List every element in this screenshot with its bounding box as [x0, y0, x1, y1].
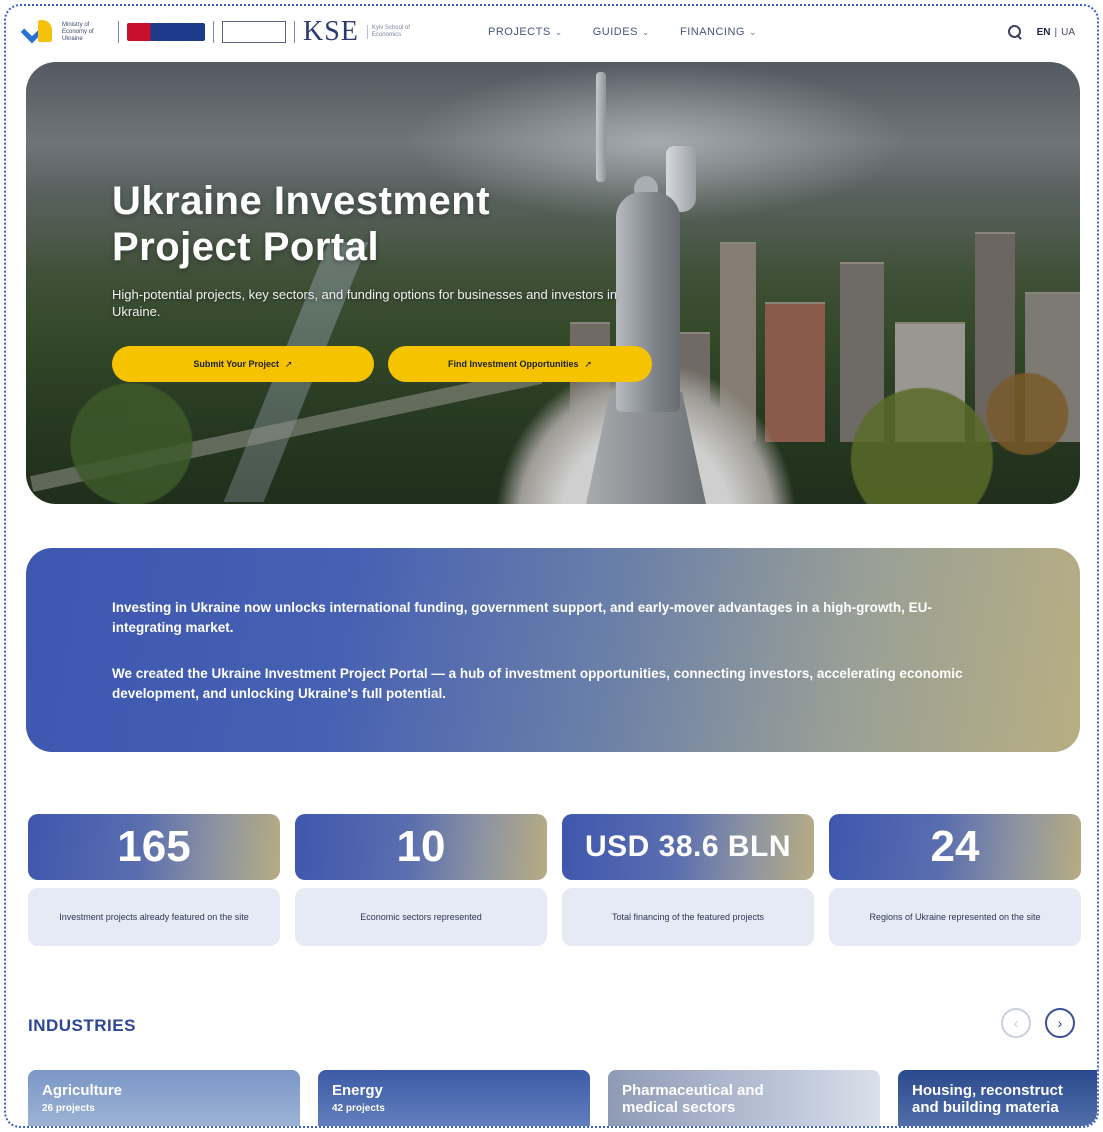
carousel-prev-button[interactable]: ‹	[1001, 1008, 1031, 1038]
stat-sectors: 10 Economic sectors represented	[295, 814, 547, 946]
carousel-next-button[interactable]: ›	[1045, 1008, 1075, 1038]
hero-content: Ukraine Investment Project Portal High-p…	[112, 178, 672, 382]
industries-carousel-nav: ‹ ›	[1001, 1008, 1075, 1038]
nav-guides[interactable]: GUIDES ⌄	[593, 26, 650, 38]
nav-financing[interactable]: FINANCING ⌄	[680, 26, 757, 38]
lang-ua[interactable]: UA	[1061, 27, 1075, 38]
stat-financing: USD 38.6 BLN Total financing of the feat…	[562, 814, 814, 946]
chevron-right-icon: ›	[1057, 1015, 1063, 1031]
industry-card-pharma[interactable]: Pharmaceutical and medical sectors	[608, 1070, 880, 1126]
top-header: Ministry of Economy of Ukraine KSE Kyiv …	[6, 6, 1097, 58]
industry-card-title: Pharmaceutical and	[622, 1082, 764, 1099]
kse-logo: KSE	[303, 16, 359, 47]
industry-card-energy[interactable]: Energy 42 projects	[318, 1070, 590, 1126]
ministry-logo-text: Ministry of Economy of Ukraine	[62, 21, 94, 42]
industry-card-housing[interactable]: Housing, reconstruct and building materi…	[898, 1070, 1097, 1126]
main-nav: PROJECTS ⌄ GUIDES ⌄ FINANCING ⌄	[488, 26, 757, 38]
language-switcher: EN | UA	[1037, 27, 1075, 38]
industry-card-title: Housing, reconstruct	[912, 1082, 1063, 1099]
hero-banner: Ukraine Investment Project Portal High-p…	[26, 62, 1080, 504]
logo-divider	[213, 21, 214, 43]
industries-heading: INDUSTRIES	[28, 1016, 136, 1035]
industry-card-title: Agriculture	[42, 1082, 123, 1099]
stat-label: Total financing of the featured projects	[562, 888, 814, 946]
ministry-logo-icon	[20, 20, 58, 44]
stat-label: Investment projects already featured on …	[28, 888, 280, 946]
industry-card-title-line2: and building materia	[912, 1099, 1059, 1116]
intro-paragraph-1: Investing in Ukraine now unlocks interna…	[112, 600, 932, 635]
logo-divider	[118, 21, 119, 43]
page-frame: Ministry of Economy of Ukraine KSE Kyiv …	[4, 4, 1099, 1128]
stat-value: 10	[295, 814, 547, 880]
chevron-down-icon: ⌄	[641, 26, 650, 37]
find-opportunities-button[interactable]: Find Investment Opportunities ➚	[388, 346, 652, 382]
stat-value: 165	[28, 814, 280, 880]
industry-card-count: 26 projects	[42, 1103, 95, 1114]
intro-paragraph-2: We created the Ukraine Investment Projec…	[112, 666, 963, 701]
industry-card-title-line2: medical sectors	[622, 1099, 736, 1116]
kse-logo-subtitle: Kyiv School of Economics	[366, 25, 411, 39]
hero-subtitle: High-potential projects, key sectors, an…	[112, 287, 618, 319]
header-actions: EN | UA	[1007, 24, 1075, 40]
submit-project-button[interactable]: Submit Your Project ➚	[112, 346, 374, 382]
stat-label: Regions of Ukraine represented on the si…	[829, 888, 1081, 946]
intro-band: Investing in Ukraine now unlocks interna…	[26, 548, 1080, 752]
industry-card-title: Energy	[332, 1082, 383, 1099]
stat-label: Economic sectors represented	[295, 888, 547, 946]
partner-flag-logo	[127, 23, 205, 41]
industry-card-count: 42 projects	[332, 1103, 385, 1114]
hero-buttons: Submit Your Project ➚ Find Investment Opp…	[112, 346, 672, 382]
search-icon[interactable]	[1007, 24, 1023, 40]
stat-value: 24	[829, 814, 1081, 880]
hero-title: Ukraine Investment Project Portal	[112, 179, 491, 269]
stat-value: USD 38.6 BLN	[562, 814, 814, 880]
arrow-right-icon: ➚	[285, 358, 293, 369]
stat-projects: 165 Investment projects already featured…	[28, 814, 280, 946]
chevron-down-icon: ⌄	[748, 26, 758, 37]
partner-logos[interactable]: Ministry of Economy of Ukraine KSE Kyiv …	[20, 16, 411, 47]
chevron-down-icon: ⌄	[554, 26, 563, 37]
arrow-right-icon: ➚	[584, 358, 593, 369]
nav-projects[interactable]: PROJECTS ⌄	[488, 26, 563, 38]
partner-box-logo	[222, 21, 286, 43]
stat-regions: 24 Regions of Ukraine represented on the…	[829, 814, 1081, 946]
lang-separator: |	[1054, 26, 1058, 38]
industry-card-agriculture[interactable]: Agriculture 26 projects	[28, 1070, 300, 1126]
logo-divider	[294, 21, 295, 43]
lang-en[interactable]: EN	[1037, 27, 1051, 38]
chevron-left-icon: ‹	[1013, 1015, 1019, 1031]
